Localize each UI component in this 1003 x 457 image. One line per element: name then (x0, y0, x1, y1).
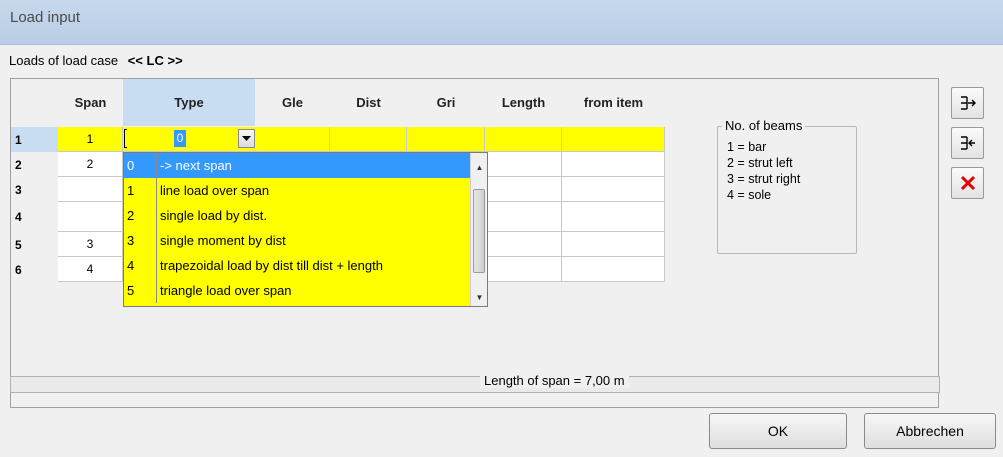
cell-length-6[interactable] (485, 257, 562, 282)
beam-item: 2 = strut left (727, 156, 793, 170)
cell-dist-1[interactable] (330, 127, 407, 152)
cell-length-2[interactable] (485, 152, 562, 177)
col-header-from-item[interactable]: from item (562, 79, 665, 126)
col-header-type[interactable]: Type (123, 79, 255, 126)
cell-span-2[interactable]: 2 (58, 152, 123, 177)
dropdown-item-code: 4 (124, 253, 157, 278)
delete-icon (960, 175, 975, 191)
dropdown-item-code: 5 (124, 278, 157, 303)
type-combobox[interactable]: 0 (123, 127, 256, 150)
insert-row-icon (960, 96, 976, 110)
col-header-gle[interactable]: Gle (255, 79, 330, 126)
loads-label: Loads of load case (9, 53, 119, 68)
dropdown-item-text: triangle load over span (160, 283, 292, 298)
row-header-5[interactable]: 5 (11, 232, 58, 257)
dropdown-item-text: single moment by dist (160, 233, 286, 248)
scroll-down-arrow-icon[interactable]: ▼ (471, 289, 488, 306)
span-length-status: Length of span = 7,00 m (480, 373, 629, 388)
dropdown-item-text: line load over span (160, 183, 270, 198)
cancel-button[interactable]: Abbrechen (864, 413, 996, 449)
dropdown-item[interactable]: 3 single moment by dist (124, 228, 470, 253)
delete-row-icon (960, 136, 975, 150)
load-case-line: Loads of load case << LC >> (9, 53, 183, 68)
cell-gle-1[interactable] (255, 127, 330, 152)
dropdown-item-code: 2 (124, 203, 157, 228)
delete-button[interactable] (951, 167, 984, 199)
cell-span-4[interactable] (58, 202, 123, 232)
beam-item: 4 = sole (727, 188, 772, 202)
dropdown-item[interactable]: 2 single load by dist. (124, 203, 470, 228)
cell-from-item-1[interactable] (562, 127, 665, 152)
ok-button[interactable]: OK (709, 413, 847, 449)
load-grid: Span Type Gle Dist Gri Length from item … (11, 79, 665, 349)
dropdown-item[interactable]: 4 trapezoidal load by dist till dist + l… (124, 253, 470, 278)
cell-from-item-2[interactable] (562, 152, 665, 177)
cell-from-item-6[interactable] (562, 257, 665, 282)
col-header-span[interactable]: Span (58, 79, 123, 126)
dropdown-item-code: 3 (124, 228, 157, 253)
col-header-gri[interactable]: Gri (407, 79, 485, 126)
load-panel: Span Type Gle Dist Gri Length from item … (10, 78, 939, 408)
cell-length-1[interactable] (485, 127, 562, 152)
cell-span-3[interactable] (58, 177, 123, 202)
dropdown-item[interactable]: 1 line load over span (124, 178, 470, 203)
row-header-2[interactable]: 2 (11, 152, 58, 177)
row-header-3[interactable]: 3 (11, 177, 58, 202)
status-bar (10, 376, 940, 393)
col-header-dist[interactable]: Dist (330, 79, 407, 126)
text-caret (124, 129, 127, 148)
cell-from-item-4[interactable] (562, 202, 665, 232)
dropdown-item-code: 1 (124, 178, 157, 203)
dialog-body: Loads of load case << LC >> Span Type Gl… (0, 45, 1003, 457)
scroll-up-arrow-icon[interactable]: ▲ (471, 159, 488, 176)
insert-row-button[interactable] (951, 87, 984, 119)
load-case-name: << LC >> (127, 53, 183, 68)
beams-title: No. of beams (722, 118, 806, 133)
cell-length-4[interactable] (485, 202, 562, 232)
dropdown-item-text: -> next span (160, 158, 232, 173)
type-editor-value[interactable]: 0 (174, 130, 186, 147)
cell-from-item-5[interactable] (562, 232, 665, 257)
dropdown-item[interactable]: 5 triangle load over span (124, 278, 470, 303)
load-input-dialog: Load input Loads of load case << LC >> S… (0, 0, 1003, 457)
beams-legend: 1 = bar 2 = strut left 3 = strut right 4… (727, 139, 800, 203)
cell-span-1[interactable]: 1 (58, 127, 123, 152)
row-header-6[interactable]: 6 (11, 257, 58, 282)
cell-span-5[interactable]: 3 (58, 232, 123, 257)
dropdown-item[interactable]: 0 -> next span (124, 153, 470, 178)
row-header-1[interactable]: 1 (11, 127, 58, 152)
cell-span-6[interactable]: 4 (58, 257, 123, 282)
delete-row-button[interactable] (951, 127, 984, 159)
beam-item: 1 = bar (727, 140, 767, 154)
dropdown-scrollbar[interactable]: ▲ ▼ (470, 153, 487, 306)
beam-item: 3 = strut right (727, 172, 801, 186)
dropdown-item-code: 0 (124, 153, 157, 178)
window-title: Load input (10, 9, 81, 26)
dropdown-item-text: trapezoidal load by dist till dist + len… (160, 258, 383, 273)
dropdown-button[interactable] (238, 129, 255, 148)
cell-from-item-3[interactable] (562, 177, 665, 202)
type-dropdown-list[interactable]: 0 -> next span 1 line load over span 2 s… (123, 152, 488, 307)
dropdown-item-text: single load by dist. (160, 208, 267, 223)
cell-length-5[interactable] (485, 232, 562, 257)
title-bar[interactable]: Load input (0, 0, 1003, 45)
col-header-length[interactable]: Length (485, 79, 562, 126)
cell-length-3[interactable] (485, 177, 562, 202)
scroll-thumb[interactable] (473, 189, 485, 273)
cell-gri-1[interactable] (407, 127, 485, 152)
chevron-down-icon (242, 135, 251, 141)
beams-group-box: No. of beams 1 = bar 2 = strut left 3 = … (717, 118, 857, 254)
row-header-4[interactable]: 4 (11, 202, 58, 232)
